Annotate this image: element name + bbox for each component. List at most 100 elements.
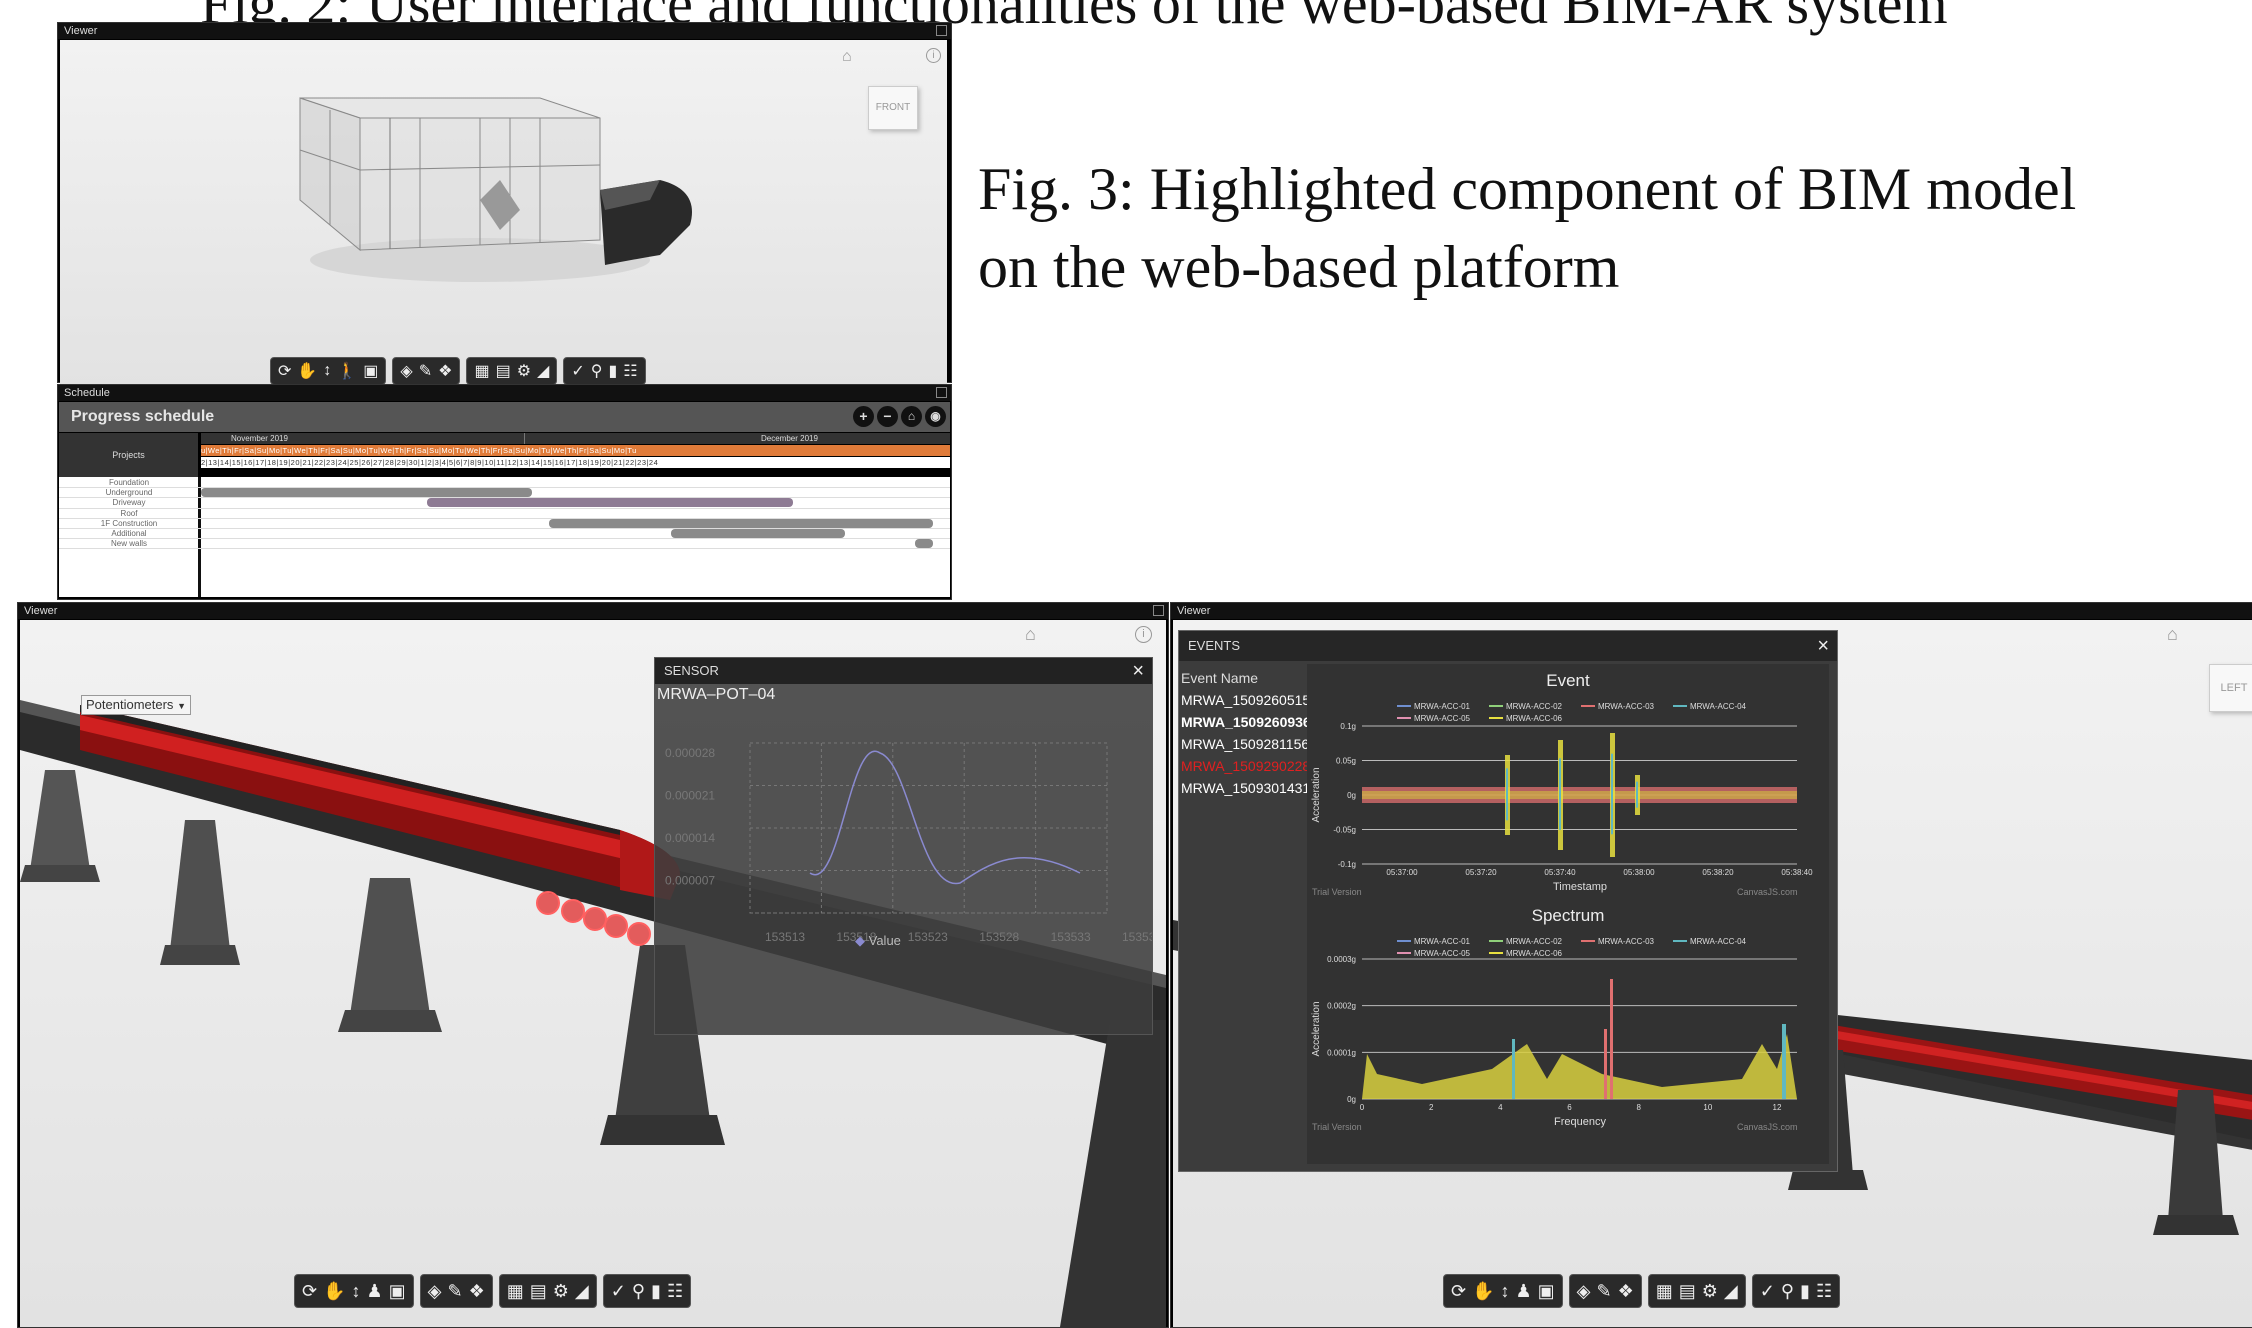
y-tick-label: 0g	[1347, 1095, 1356, 1104]
close-icon[interactable]: ×	[1132, 658, 1144, 684]
view-cube[interactable]: FRONT	[868, 86, 918, 130]
fullscreen-icon[interactable]: ◢	[575, 1281, 589, 1302]
figure-3-caption-line2: on the web-based platform	[978, 234, 1620, 300]
event-list-item[interactable]: MRWA_1509301431	[1181, 777, 1316, 799]
location-icon[interactable]: ⚲	[591, 361, 603, 381]
section-icon[interactable]: ◈	[428, 1281, 442, 1302]
home-icon[interactable]: ⌂	[1025, 624, 1036, 645]
location-icon[interactable]: ⚲	[632, 1281, 645, 1302]
zoom-out-icon[interactable]: −	[877, 406, 898, 427]
walk-icon[interactable]: ♟	[1516, 1281, 1532, 1302]
fullscreen-icon[interactable]: ◢	[1724, 1281, 1738, 1302]
signal-spike	[1636, 781, 1638, 808]
orbit-icon[interactable]: ⟳	[278, 361, 291, 381]
event-list-header: Event Name	[1181, 670, 1259, 686]
zoom-in-icon[interactable]: +	[853, 406, 874, 427]
left-viewer-panel: Viewer Potentiometers ▼ ⌂ i SENSOR × MRW…	[17, 602, 1169, 1328]
camera-icon[interactable]: ▣	[389, 1281, 406, 1302]
fullscreen-icon[interactable]: ◢	[537, 361, 549, 381]
sensor-icon[interactable]: ✓	[571, 361, 584, 381]
left-viewer-title: Viewer	[24, 605, 58, 617]
explode-icon[interactable]: ❖	[469, 1281, 485, 1302]
report-icon[interactable]: ☷	[623, 361, 637, 381]
explode-icon[interactable]: ❖	[1618, 1281, 1634, 1302]
right-viewer-panel: Viewer ⌂ LEFT EVENTS × Event Name MRWA_1…	[1170, 602, 2252, 1328]
left-viewer-canvas[interactable]: Potentiometers ▼ ⌂ i SENSOR × MRWA–POT–0…	[20, 620, 1166, 1327]
home-icon[interactable]: ⌂	[842, 48, 852, 66]
chart-title: Event	[1546, 671, 1590, 690]
chevron-down-icon: ▼	[177, 701, 186, 711]
schedule-task-bar[interactable]	[201, 488, 532, 498]
sensor-type-value: Potentiometers	[86, 697, 174, 712]
schedule-titlebar: Schedule	[58, 385, 951, 401]
maximize-icon[interactable]	[936, 387, 947, 398]
extension-tools: ✓ ⚲ ▮ ☷	[602, 1274, 692, 1308]
section-icon[interactable]: ◈	[1577, 1281, 1591, 1302]
info-icon[interactable]: i	[1135, 626, 1152, 643]
schedule-task-bar[interactable]	[549, 518, 933, 528]
x-tick-label: 153513	[765, 930, 805, 944]
orbit-icon[interactable]: ⟳	[1451, 1281, 1466, 1302]
pan-icon[interactable]: ✋	[323, 1281, 345, 1302]
schedule-task-bar[interactable]	[671, 529, 846, 538]
walk-icon[interactable]: 🚶	[337, 361, 357, 381]
walk-icon[interactable]: ♟	[367, 1281, 383, 1302]
home-icon[interactable]: ⌂	[901, 406, 922, 427]
sensor-icon[interactable]: ✓	[611, 1281, 626, 1302]
view-cube[interactable]: LEFT	[2209, 664, 2252, 712]
explode-icon[interactable]: ❖	[438, 361, 452, 381]
camera-icon[interactable]: ▣	[363, 361, 378, 381]
zoom-icon[interactable]: ↕	[352, 1281, 361, 1302]
properties-icon[interactable]: ▤	[530, 1281, 547, 1302]
model-tools: ◈ ✎ ❖	[1568, 1274, 1642, 1308]
y-tick-label: 0.000007	[665, 874, 715, 888]
properties-icon[interactable]: ▤	[1679, 1281, 1696, 1302]
pan-icon[interactable]: ✋	[1472, 1281, 1494, 1302]
fit-icon[interactable]: ◉	[925, 406, 946, 427]
structure-icon[interactable]: ▦	[507, 1281, 524, 1302]
home-icon[interactable]: ⌂	[2167, 624, 2178, 645]
properties-icon[interactable]: ▤	[496, 361, 511, 381]
sensor-icon[interactable]: ✓	[1760, 1281, 1775, 1302]
gear-icon[interactable]: ⚙	[1702, 1281, 1718, 1302]
schedule-task-bar[interactable]	[915, 539, 933, 549]
right-viewer-canvas[interactable]: ⌂ LEFT EVENTS × Event Name MRWA_15092605…	[1173, 620, 2252, 1327]
zoom-icon[interactable]: ↕	[323, 362, 331, 380]
structure-icon[interactable]: ▦	[1656, 1281, 1673, 1302]
document-icon[interactable]: ▮	[651, 1281, 661, 1302]
measure-icon[interactable]: ✎	[448, 1281, 463, 1302]
measure-icon[interactable]: ✎	[1597, 1281, 1612, 1302]
report-icon[interactable]: ☷	[1816, 1281, 1832, 1302]
document-icon[interactable]: ▮	[608, 361, 617, 381]
maximize-icon[interactable]	[1153, 605, 1164, 616]
legend-label: MRWA-ACC-01	[1414, 937, 1471, 946]
measure-icon[interactable]: ✎	[419, 361, 432, 381]
event-list-item[interactable]: MRWA_1509260515	[1181, 689, 1316, 711]
section-icon[interactable]: ◈	[400, 361, 412, 381]
spectrum-area	[1362, 1034, 1797, 1099]
watermark-right: CanvasJS.com	[1737, 1122, 1798, 1132]
schedule-task-bar[interactable]	[427, 498, 794, 508]
report-icon[interactable]: ☷	[667, 1281, 683, 1302]
x-tick-label: 10	[1703, 1103, 1712, 1112]
gear-icon[interactable]: ⚙	[517, 361, 531, 381]
close-icon[interactable]: ×	[1817, 631, 1829, 661]
building-model[interactable]	[60, 40, 947, 392]
event-list-item[interactable]: MRWA_1509290228	[1181, 755, 1316, 777]
event-list-item[interactable]: MRWA_1509260936	[1181, 711, 1316, 733]
gear-icon[interactable]: ⚙	[553, 1281, 569, 1302]
pan-icon[interactable]: ✋	[297, 361, 317, 381]
document-icon[interactable]: ▮	[1800, 1281, 1810, 1302]
camera-icon[interactable]: ▣	[1538, 1281, 1555, 1302]
schedule-row-label: Driveway	[112, 498, 146, 508]
event-list-item[interactable]: MRWA_1509281156	[1181, 733, 1316, 755]
sensor-dialog: SENSOR × MRWA–POT–04 0.000028 0.000021 0.0…	[654, 657, 1153, 1035]
location-icon[interactable]: ⚲	[1781, 1281, 1794, 1302]
top-viewer-canvas[interactable]: ⌂ i FRONT ⟳ ✋ ↕ 🚶 ▣ ◈ ✎ ❖ ▦ ▤ ⚙ ◢ ✓ ⚲ ▮ ☷	[60, 40, 947, 392]
sensor-type-dropdown[interactable]: Potentiometers ▼	[81, 695, 191, 715]
orbit-icon[interactable]: ⟳	[302, 1281, 317, 1302]
info-icon[interactable]: i	[926, 48, 941, 63]
structure-icon[interactable]: ▦	[474, 361, 489, 381]
zoom-icon[interactable]: ↕	[1501, 1281, 1510, 1302]
maximize-icon[interactable]	[936, 25, 947, 36]
